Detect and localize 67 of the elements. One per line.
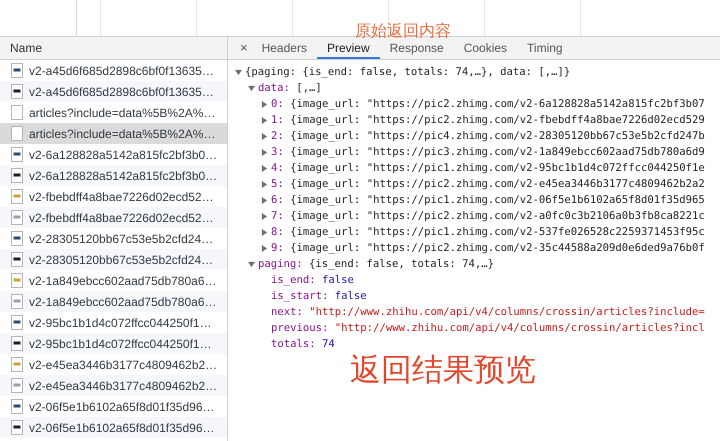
panel-tab[interactable]: Preview [316, 37, 380, 59]
image-file-icon [11, 231, 23, 246]
collapse-arrow-icon[interactable] [235, 68, 242, 76]
collapse-arrow-icon[interactable] [248, 260, 255, 268]
image-file-icon [11, 63, 23, 78]
json-line[interactable]: data: [,…] [258, 80, 322, 96]
json-line[interactable]: 1: {image_url: "https://pic2.zhimg.com/v2-fbebdff4a8bae7226d02ecd529 [271, 112, 705, 128]
request-row[interactable]: v2-fbebdff4a8bae7226d02ecd52… [0, 207, 227, 228]
json-line[interactable]: 0: {image_url: "https://pic2.zhimg.com/v2-6a128828a5142a815fc2bf3b07 [271, 96, 705, 112]
request-row[interactable]: v2-1a849ebcc602aad75db780a6… [0, 291, 227, 312]
image-file-icon [11, 378, 23, 393]
document-file-icon [11, 105, 23, 120]
expand-arrow-icon[interactable] [261, 132, 268, 140]
document-file-icon [11, 126, 23, 141]
request-row[interactable]: v2-06f5e1b6102a65f8d01f35d96… [0, 417, 227, 438]
expand-arrow-icon[interactable] [261, 228, 268, 236]
expand-arrow-icon[interactable] [261, 180, 268, 188]
image-file-icon [11, 336, 23, 351]
image-file-icon [11, 420, 23, 435]
column-header[interactable]: Name [0, 37, 227, 60]
json-line[interactable]: paging: {is_end: false, totals: 74,…} [258, 256, 494, 272]
request-row[interactable]: v2-e45ea3446b3177c4809462b2… [0, 375, 227, 396]
json-line[interactable]: 5: {image_url: "https://pic2.zhimg.com/v2-e45ea3446b3177c4809462b2a2 [271, 176, 705, 192]
json-line: next: "http://www.zhihu.com/api/v4/columns/crossin/articles?include= [271, 305, 705, 320]
json-line[interactable]: 7: {image_url: "https://pic2.zhimg.com/v2-a0fc0c3b2106a0b3fb8ca8221c [271, 208, 705, 224]
image-file-icon [11, 273, 23, 288]
json-line: totals: 74 [271, 337, 335, 352]
image-file-icon [11, 210, 23, 225]
image-file-icon [11, 252, 23, 267]
json-line: previous: "http://www.zhihu.com/api/v4/columns/crossin/articles?incl [271, 321, 705, 336]
image-file-icon [11, 147, 23, 162]
annotation-label: 原始返回内容 [355, 22, 451, 40]
json-line[interactable]: 4: {image_url: "https://pic1.zhimg.com/v2-95bc1b1d4c072ffcc044250f1e [271, 160, 705, 176]
expand-arrow-icon[interactable] [261, 196, 268, 204]
image-file-icon [11, 399, 23, 414]
json-line[interactable]: 9: {image_url: "https://pic2.zhimg.com/v2-35c44588a209d0e6ded9a76b0f [271, 240, 705, 256]
expand-arrow-icon[interactable] [261, 212, 268, 220]
close-button[interactable]: × [236, 37, 252, 59]
panel-tab[interactable]: Headers [252, 37, 317, 59]
json-line[interactable]: 2: {image_url: "https://pic4.zhimg.com/v2-28305120bb67c53e5b2cfd247b [271, 128, 705, 144]
image-file-icon [11, 189, 23, 204]
panel-tab[interactable]: Cookies [454, 37, 518, 59]
json-line: is_start: false [271, 289, 367, 304]
json-line[interactable]: {paging: {is_end: false, totals: 74,…}, data: [,…]} [245, 64, 570, 80]
annotation-label: 返回结果预览 [350, 352, 536, 388]
json-line[interactable]: 3: {image_url: "https://pic3.zhimg.com/v2-1a849ebcc602aad75db780a6d9 [271, 144, 705, 160]
image-file-icon [11, 168, 23, 183]
request-row[interactable]: v2-a45d6f685d2898c6bf0f13635… [0, 81, 227, 102]
request-row[interactable]: v2-28305120bb67c53e5b2cfd24… [0, 249, 227, 270]
request-row[interactable]: articles?include=data%5B%2A%… [0, 123, 227, 144]
expand-arrow-icon[interactable] [261, 100, 268, 108]
panel-tab[interactable]: Response [380, 37, 454, 59]
json-line: is_end: false [271, 273, 354, 288]
request-row[interactable]: v2-6a128828a5142a815fc2bf3b0… [0, 165, 227, 186]
json-line[interactable]: 8: {image_url: "https://pic1.zhimg.com/v2-537fe026528c2259371453f95c [271, 224, 705, 240]
image-file-icon [11, 357, 23, 372]
image-file-icon [11, 294, 23, 309]
collapse-arrow-icon[interactable] [248, 84, 255, 92]
expand-arrow-icon[interactable] [261, 164, 268, 172]
panel-tab[interactable]: Timing [517, 37, 573, 59]
expand-arrow-icon[interactable] [261, 244, 268, 252]
image-file-icon [11, 315, 23, 330]
image-file-icon [11, 84, 23, 99]
expand-arrow-icon[interactable] [261, 116, 268, 124]
request-row[interactable]: v2-95bc1b1d4c072ffcc044250f1… [0, 333, 227, 354]
json-line[interactable]: 6: {image_url: "https://pic1.zhimg.com/v2-06f5e1b6102a65f8d01f35d965 [271, 192, 705, 208]
expand-arrow-icon[interactable] [261, 148, 268, 156]
